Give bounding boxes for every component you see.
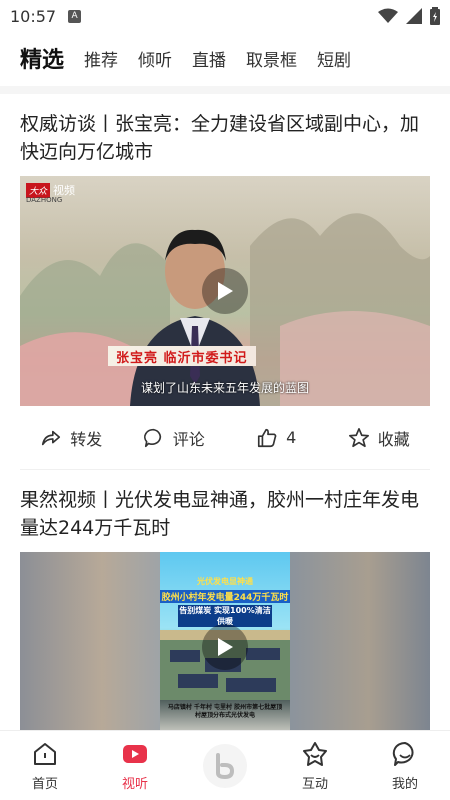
brand-icon bbox=[216, 752, 235, 779]
feed-item: 权威访谈丨张宝亮：全力建设省区域副中心，加快迈向万亿城市 大众 视频 DAZHO… bbox=[0, 94, 450, 470]
nav-home[interactable]: 首页 bbox=[0, 731, 90, 800]
bottom-navigation: 首页 视听 互动 我的 bbox=[0, 730, 450, 800]
logo-subtitle: DAZHONG bbox=[26, 196, 63, 204]
name-banner: 张宝亮 临沂市委书记 bbox=[108, 346, 256, 366]
nav-label: 首页 bbox=[31, 777, 58, 792]
status-time: 10:57 bbox=[10, 6, 57, 26]
feed-item: 果然视频丨光伏发电显神通，胶州一村庄年发电量达244万千瓦时 光伏发电显神通 胶… bbox=[0, 470, 450, 730]
home-icon bbox=[34, 743, 56, 765]
nav-center[interactable] bbox=[180, 731, 270, 800]
video-play-icon bbox=[123, 745, 147, 763]
tab-short-drama[interactable]: 短剧 bbox=[317, 46, 351, 71]
center-action-button[interactable] bbox=[203, 743, 247, 788]
section-divider bbox=[0, 86, 450, 94]
play-button[interactable] bbox=[202, 624, 248, 670]
share-label: 转发 bbox=[70, 429, 103, 449]
collect-button[interactable]: 收藏 bbox=[328, 426, 431, 450]
collect-label: 收藏 bbox=[377, 429, 410, 449]
play-icon bbox=[218, 638, 233, 656]
status-icons bbox=[378, 7, 440, 25]
poster-headline: 光伏发电显神通 bbox=[197, 577, 253, 586]
article-title[interactable]: 果然视频丨光伏发电显神通，胶州一村庄年发电量达244万千瓦时 bbox=[20, 470, 430, 542]
category-tabs: 精选 推荐 倾听 直播 取景框 短剧 bbox=[0, 36, 450, 92]
tab-live[interactable]: 直播 bbox=[192, 46, 226, 71]
signal-icon bbox=[406, 8, 422, 24]
share-button[interactable]: 转发 bbox=[20, 426, 123, 450]
notification-icon: A bbox=[68, 9, 82, 23]
status-bar: 10:57 A bbox=[0, 0, 450, 32]
thumbs-up-icon bbox=[258, 428, 277, 447]
battery-icon bbox=[430, 7, 440, 25]
nav-label: 视听 bbox=[121, 777, 148, 792]
share-icon bbox=[42, 430, 61, 445]
nav-label: 互动 bbox=[301, 777, 328, 792]
comment-button[interactable]: 评论 bbox=[123, 426, 226, 450]
tab-label: 精选 bbox=[20, 48, 65, 73]
nav-label: 我的 bbox=[391, 777, 418, 792]
tab-viewfinder[interactable]: 取景框 bbox=[246, 46, 297, 71]
like-button[interactable]: 4 bbox=[225, 427, 328, 449]
nav-interact[interactable]: 互动 bbox=[270, 731, 360, 800]
wifi-icon bbox=[378, 8, 398, 23]
tab-listen[interactable]: 倾听 bbox=[138, 46, 172, 71]
poster-caption: 马店镇村 千年村 屯里村 胶州市第七批屋顶村屋顶分布式光伏发电 bbox=[167, 704, 283, 719]
video-thumbnail[interactable]: 光伏发电显神通 胶州小村年发电量244万千瓦时 告别煤炭 实现100%清洁供暖 … bbox=[20, 552, 430, 730]
tab-featured[interactable]: 精选 bbox=[20, 42, 65, 92]
article-title[interactable]: 权威访谈丨张宝亮：全力建设省区域副中心，加快迈向万亿城市 bbox=[20, 94, 430, 166]
interact-icon bbox=[303, 742, 327, 766]
like-count: 4 bbox=[286, 428, 297, 447]
play-button[interactable] bbox=[202, 268, 248, 314]
profile-icon bbox=[392, 741, 414, 766]
video-feed: 权威访谈丨张宝亮：全力建设省区域副中心，加快迈向万亿城市 大众 视频 DAZHO… bbox=[0, 94, 450, 730]
tab-recommend[interactable]: 推荐 bbox=[84, 46, 118, 71]
action-bar: 转发 评论 4 收藏 bbox=[20, 406, 430, 470]
poster-subheadline: 胶州小村年发电量244万千瓦时 bbox=[160, 590, 290, 603]
star-icon bbox=[348, 427, 369, 447]
comment-label: 评论 bbox=[172, 429, 205, 449]
nav-video[interactable]: 视听 bbox=[90, 731, 180, 800]
comment-icon bbox=[143, 428, 161, 447]
interviewee-figure bbox=[130, 229, 260, 406]
nav-profile[interactable]: 我的 bbox=[360, 731, 450, 800]
play-icon bbox=[218, 282, 233, 300]
video-caption: 谋划了山东未来五年发展的蓝图 bbox=[140, 381, 309, 395]
video-thumbnail[interactable]: 大众 视频 DAZHONG 张宝亮 临沂市委书记 谋划了山东未来五年发展的蓝图 bbox=[20, 176, 430, 406]
